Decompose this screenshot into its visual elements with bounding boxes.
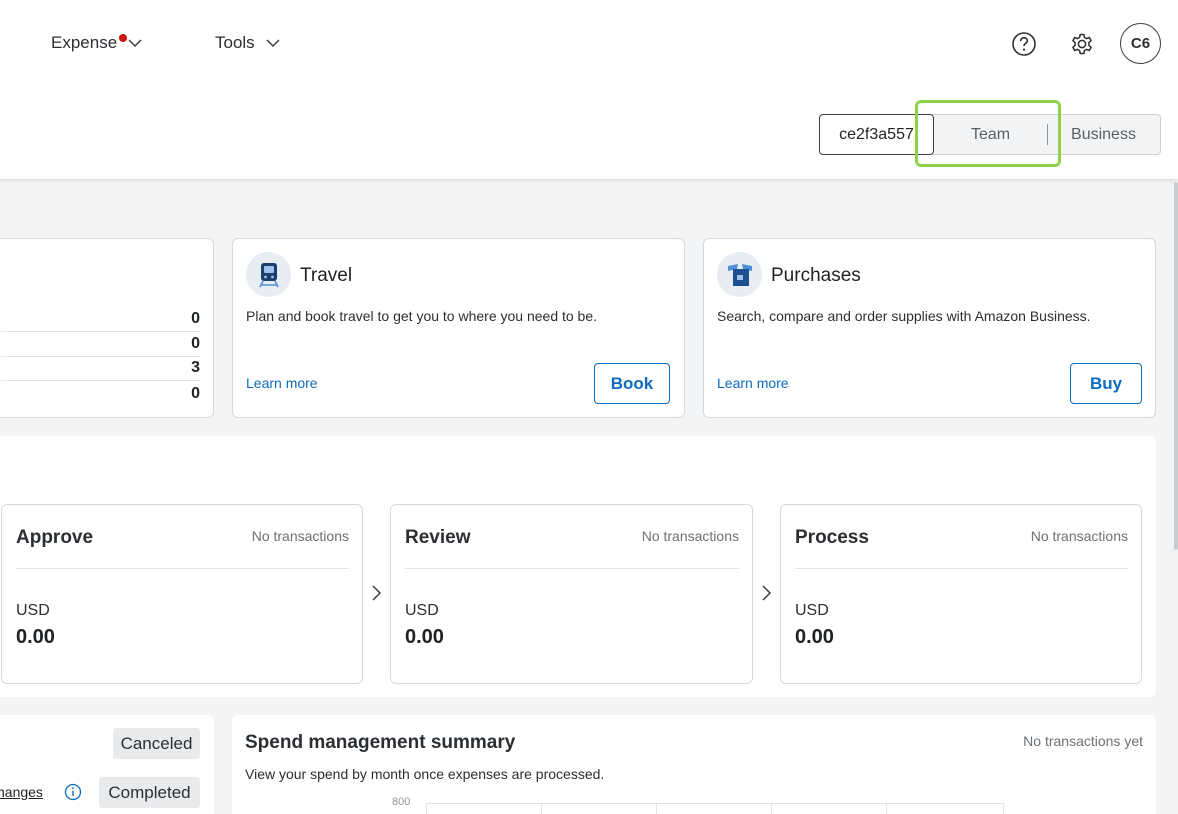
canceled-badge: Canceled [113,728,200,759]
stage-status: No transactions [641,528,739,544]
counts-card: 0 0 3 0 [0,238,214,418]
count-value: 0 [191,310,200,327]
segment-divider [1047,124,1048,145]
stage-title: Review [405,527,471,548]
chart-gridline [771,803,772,814]
stage-currency: USD [16,602,50,619]
purchases-description: Search, compare and order supplies with … [717,308,1091,324]
scrollbar-thumb[interactable] [1174,182,1178,550]
stage-amount: 0.00 [16,626,55,648]
view-switch-team[interactable]: Team [932,114,1049,155]
stage-currency: USD [405,602,439,619]
view-switch-business-label: Business [1071,125,1136,143]
completed-badge: Completed [99,777,200,808]
spend-summary-title: Spend management summary [245,732,516,753]
count-row: 0 [1,332,200,357]
stage-amount: 0.00 [405,626,444,648]
nav-tools-label: Tools [215,33,255,52]
box-icon [717,252,762,297]
chart-gridline [886,803,887,814]
view-switch-business[interactable]: Business [1047,114,1161,155]
view-switch-user[interactable]: ce2f3a557 [819,114,934,155]
view-switch-team-label: Team [970,125,1011,143]
divider [795,568,1128,569]
status-list-panel: Canceled changes Completed [0,715,214,814]
stage-title: Approve [16,527,94,548]
divider [405,568,739,569]
spend-summary-description: View your spend by month once expenses a… [245,766,605,782]
review-stage-card[interactable]: Review No transactions USD 0.00 [390,504,753,684]
settings-button[interactable] [1066,28,1098,60]
divider [16,568,349,569]
count-row: 0 [1,307,200,332]
count-row: 0 [1,381,200,406]
nav-expense-menu[interactable]: Expense [51,33,143,53]
user-initials: C6 [1130,35,1151,52]
nav-tools-menu[interactable]: Tools [215,33,281,53]
travel-card: Travel Plan and book travel to get you t… [232,238,685,418]
stage-amount: 0.00 [795,626,834,648]
y-axis-tick-label: 800 [392,796,411,808]
changes-link[interactable]: changes [0,784,43,800]
book-button[interactable]: Book [594,363,670,404]
count-value: 3 [191,359,200,376]
view-switch-user-label: ce2f3a557 [839,125,914,143]
notification-dot [119,34,127,42]
top-header: Expense Tools C6 ce2f3a557 Team Business [0,0,1178,180]
buy-button[interactable]: Buy [1070,363,1142,404]
chevron-down-icon [266,39,280,48]
spend-summary-panel: Spend management summary No transactions… [232,715,1156,814]
process-stage-card[interactable]: Process No transactions USD 0.00 [780,504,1142,684]
spend-summary-status: No transactions yet [1023,733,1143,749]
stage-status: No transactions [1030,528,1128,544]
chart-gridline [541,803,542,814]
info-icon[interactable] [64,783,82,801]
help-button[interactable] [1008,28,1040,60]
chevron-down-icon [128,39,142,48]
count-value: 0 [191,335,200,352]
approve-stage-card[interactable]: Approve No transactions USD 0.00 [1,504,363,684]
train-icon [246,252,291,297]
chart-gridline [426,803,1004,804]
chart-gridline [1003,803,1004,814]
purchases-card: Purchases Search, compare and order supp… [703,238,1156,418]
chart-gridline [426,803,427,814]
user-avatar[interactable]: C6 [1120,23,1161,64]
travel-learn-more-link[interactable]: Learn more [246,375,318,391]
chart-gridline [656,803,657,814]
count-row: 3 [1,356,200,381]
stage-currency: USD [795,602,829,619]
nav-expense-label: Expense [51,33,118,52]
count-value: 0 [191,385,200,402]
purchases-learn-more-link[interactable]: Learn more [717,375,789,391]
travel-title: Travel [300,265,353,286]
travel-description: Plan and book travel to get you to where… [246,308,598,324]
chevron-right-icon [372,585,382,601]
stage-status: No transactions [251,528,349,544]
stage-title: Process [795,527,869,548]
help-icon [1012,32,1036,56]
gear-icon [1072,33,1092,55]
chevron-right-icon [762,585,772,601]
purchases-title: Purchases [771,265,861,286]
